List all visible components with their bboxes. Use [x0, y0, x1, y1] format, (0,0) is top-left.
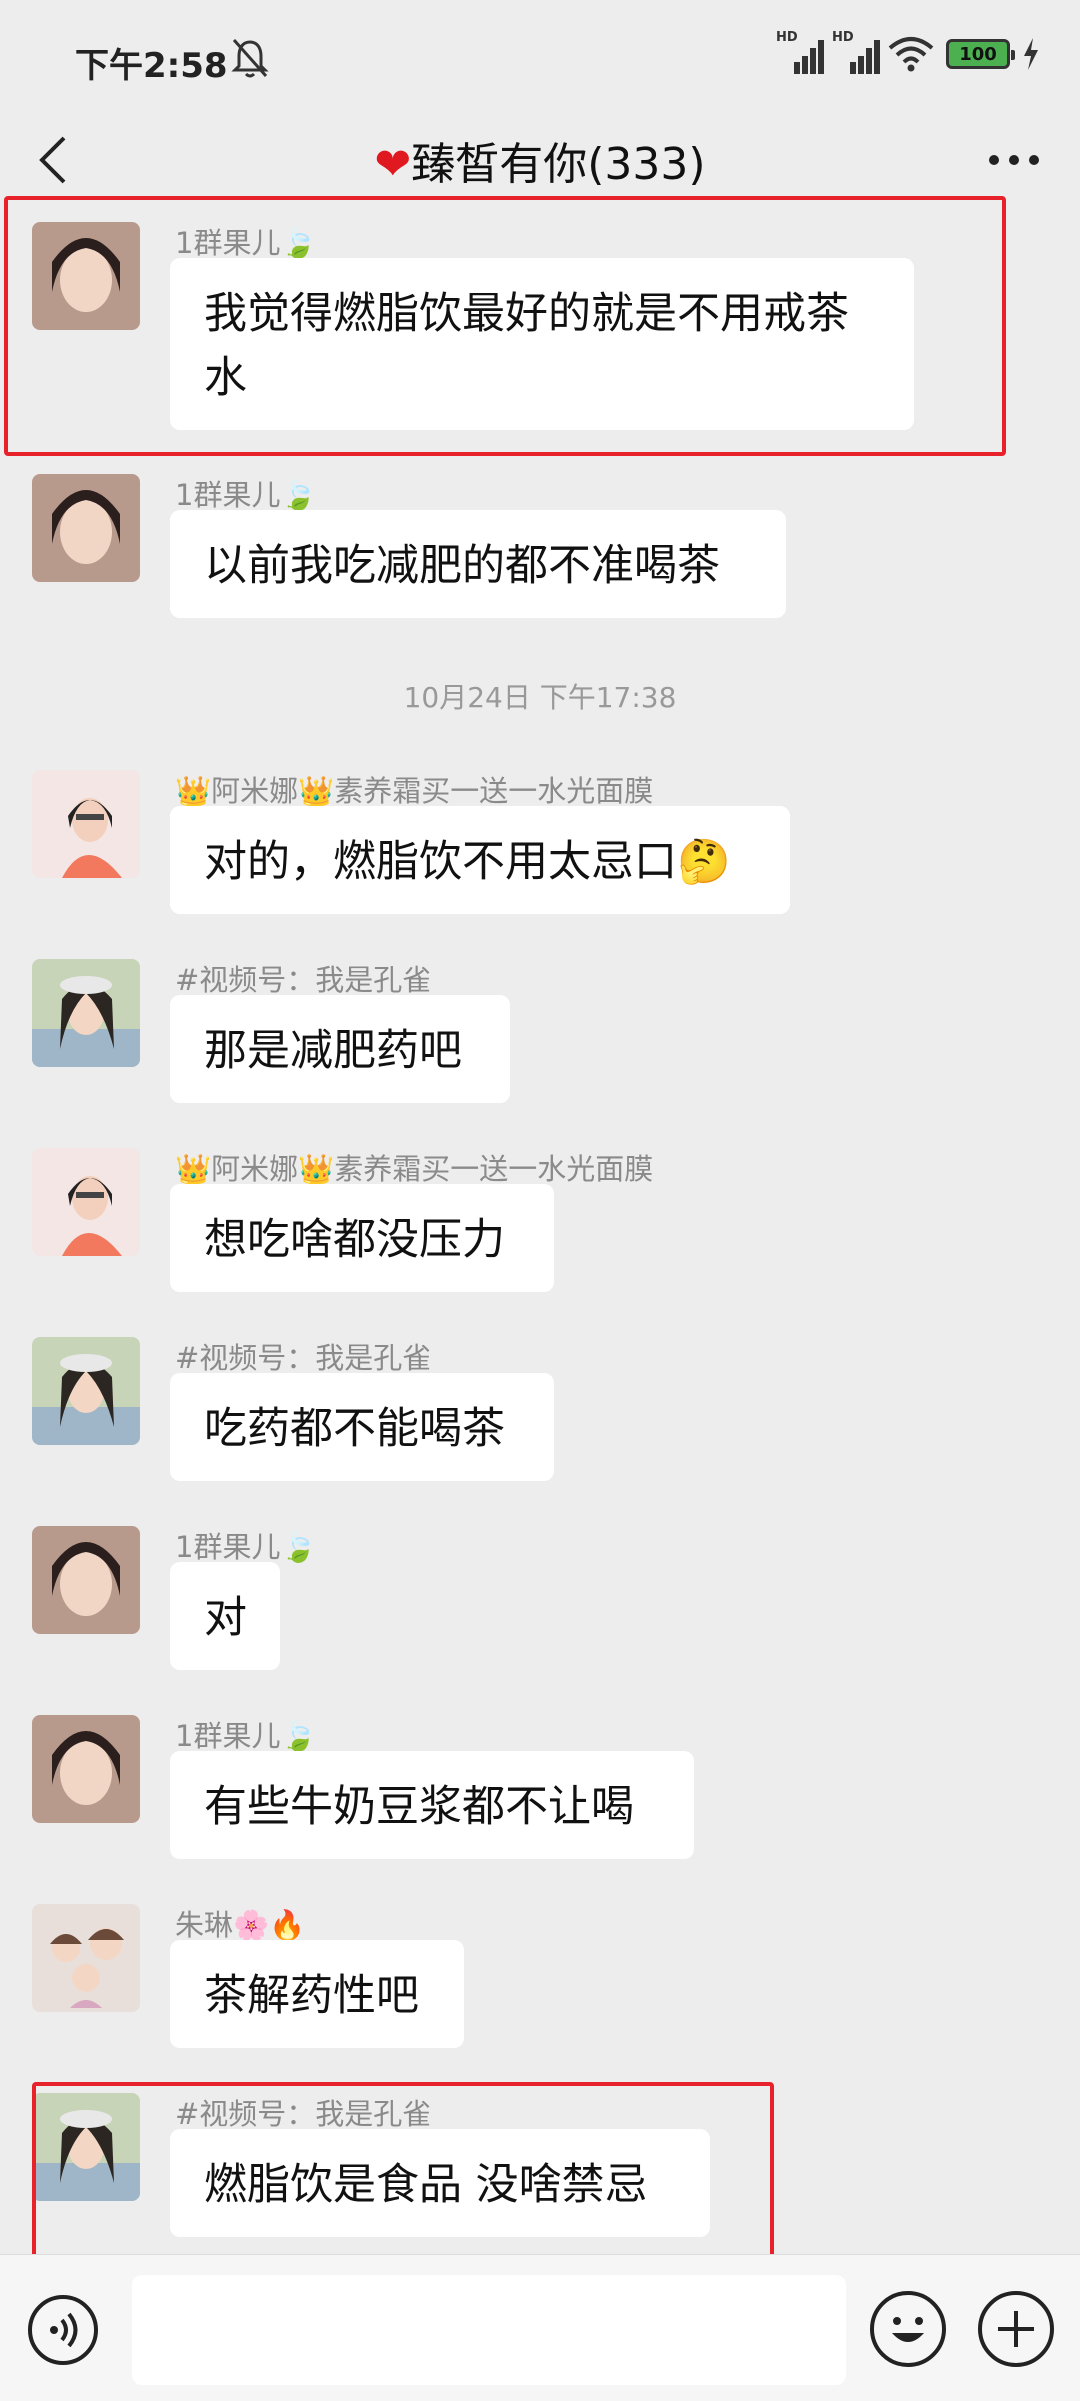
signal-icon: HD [776, 30, 824, 74]
avatar[interactable] [32, 959, 140, 1067]
message-bubble[interactable]: 茶解药性吧 [170, 1940, 464, 2048]
highlight-box [4, 196, 1006, 456]
chat-title: ❤臻皙有你(333) [0, 128, 1080, 192]
highlight-box [32, 2082, 774, 2264]
more-options-icon[interactable] [984, 140, 1044, 180]
sender-name: #视频号：我是孔雀 [175, 1341, 432, 1375]
battery-icon: 100 [946, 39, 1015, 69]
title-bar: ❤臻皙有你(333) [0, 120, 1080, 200]
more-functions-button[interactable] [978, 2291, 1054, 2367]
status-bar: 下午2:58 HD HD 100 [0, 0, 1080, 120]
message-bubble[interactable]: 想吃啥都没压力 [170, 1184, 554, 1292]
charging-icon [1024, 38, 1038, 70]
group-name: 臻皙有你(333) [411, 139, 706, 190]
timestamp: 10月24日 下午17:38 [403, 681, 677, 714]
plus-icon [998, 2311, 1034, 2347]
sender-name: 1群果儿🍃 [175, 478, 317, 512]
avatar[interactable] [32, 474, 140, 582]
sender-name: 1群果儿🍃 [175, 1530, 317, 1564]
avatar[interactable] [32, 1337, 140, 1445]
bell-off-icon [231, 39, 269, 78]
avatar[interactable] [32, 770, 140, 878]
message-input[interactable] [132, 2275, 846, 2385]
message-bubble[interactable]: 有些牛奶豆浆都不让喝 [170, 1751, 694, 1859]
input-bar [0, 2254, 1080, 2401]
signal-icon: HD [832, 30, 880, 74]
heart-icon: ❤ [374, 139, 412, 190]
avatar[interactable] [32, 1148, 140, 1256]
smiley-icon [892, 2317, 924, 2342]
message-bubble[interactable]: 对 [170, 1562, 280, 1670]
status-time: 下午2:58 [75, 46, 228, 86]
wifi-icon [888, 37, 934, 72]
avatar[interactable] [32, 1904, 140, 2012]
message-bubble[interactable]: 那是减肥药吧 [170, 995, 510, 1103]
sender-name: 👑阿米娜👑素养霜买一送一水光面膜 [175, 1152, 654, 1186]
avatar[interactable] [32, 1715, 140, 1823]
sender-name: 👑阿米娜👑素养霜买一送一水光面膜 [175, 774, 654, 808]
sender-name: 朱琳🌸🔥 [175, 1908, 306, 1942]
avatar[interactable] [32, 1526, 140, 1634]
voice-icon [50, 2312, 78, 2348]
emoji-button[interactable] [870, 2291, 946, 2367]
sender-name: #视频号：我是孔雀 [175, 963, 432, 997]
message-bubble[interactable]: 对的，燃脂饮不用太忌口🤔 [170, 806, 790, 914]
message-bubble[interactable]: 以前我吃减肥的都不准喝茶 [170, 510, 786, 618]
sender-name: 1群果儿🍃 [175, 1719, 317, 1753]
status-indicators: HD HD 100 [776, 30, 1040, 74]
voice-button[interactable] [28, 2295, 98, 2365]
message-bubble[interactable]: 吃药都不能喝茶 [170, 1373, 554, 1481]
